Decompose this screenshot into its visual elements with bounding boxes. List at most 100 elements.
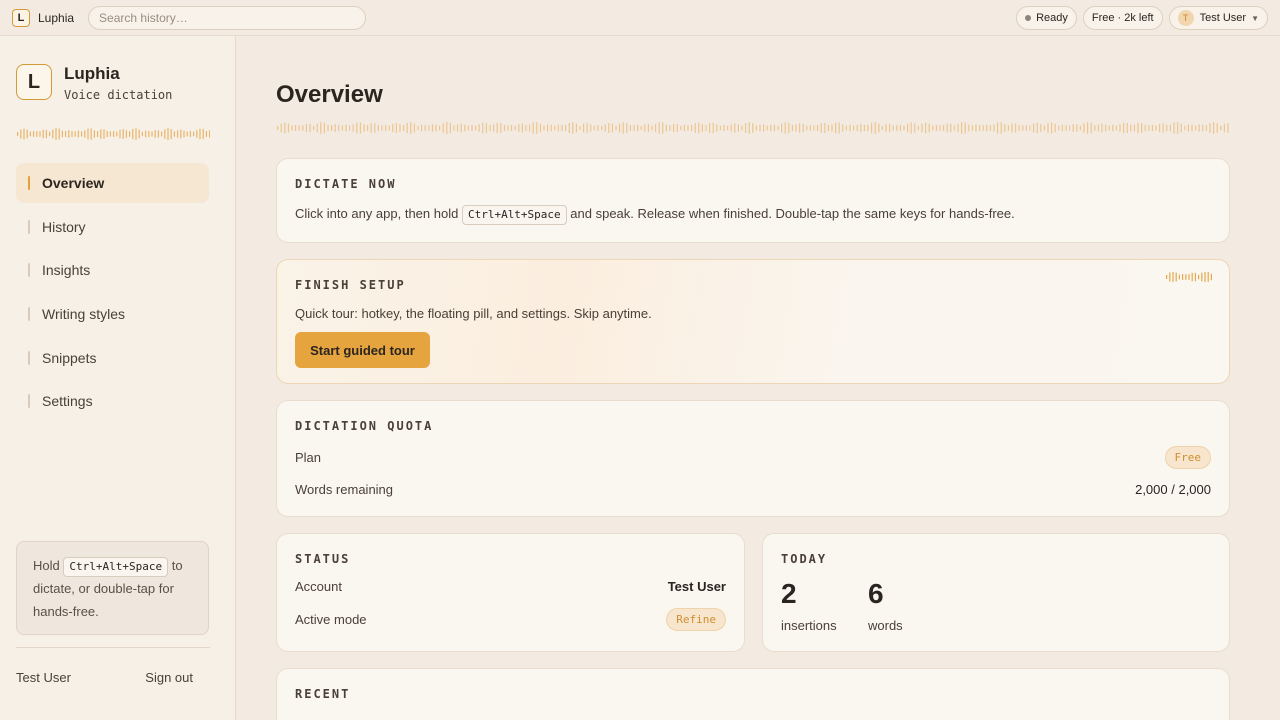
insertions-count: 2 [781, 578, 797, 609]
waveform-bar [781, 123, 783, 133]
sidebar-item-writing-styles[interactable]: Writing styles [16, 294, 209, 334]
waveform-bar [77, 130, 79, 138]
waveform-bar [946, 123, 948, 133]
waveform-bar [964, 122, 966, 134]
sidebar-item-label: Writing styles [42, 306, 125, 323]
brand-subtitle: Voice dictation [64, 88, 173, 102]
search-input[interactable]: Search history… [88, 5, 367, 30]
sidebar-item-history[interactable]: History [16, 207, 209, 247]
waveform-bar [719, 125, 721, 131]
waveform-bar [61, 130, 63, 138]
dictate-text-before: Click into any app, then hold [295, 206, 459, 221]
nav-indicator [28, 176, 30, 190]
plan-label: Plan [295, 450, 322, 465]
waveform-bar [141, 131, 143, 137]
waveform-bar [903, 125, 905, 131]
waveform-bar [755, 125, 757, 131]
sidebar-item-overview[interactable]: Overview [16, 163, 209, 203]
waveform-bar [116, 131, 118, 137]
hint-text-before: Hold [33, 558, 60, 573]
waveform-bar [1213, 122, 1215, 134]
waveform-bar [1169, 272, 1171, 282]
waveform-bar [788, 122, 790, 134]
waveform-bar [58, 128, 60, 140]
waveform-bar [975, 124, 977, 132]
waveform-bar [745, 123, 747, 133]
waveform-bar [604, 124, 606, 132]
plan-chip[interactable]: Free · 2k left [1082, 6, 1163, 30]
sidebar-item-snippets[interactable]: Snippets [16, 338, 209, 378]
waveform-bar [511, 125, 513, 131]
insertions-label: insertions [781, 618, 837, 633]
waveform-bar [81, 131, 83, 137]
waveform-bar [539, 123, 541, 133]
waveform-bar [45, 129, 47, 139]
sidebar-item-label: History [42, 218, 86, 235]
waveform-bar [871, 122, 873, 134]
status-chip[interactable]: Ready [1016, 6, 1077, 30]
sidebar-item-label: Settings [42, 393, 93, 410]
waveform-bar [680, 125, 682, 131]
waveform-bar [1043, 125, 1045, 131]
waveform-bar [377, 124, 379, 132]
waveform-bar [125, 130, 127, 138]
hotkey-badge: Ctrl+Alt+Space [63, 557, 169, 577]
waveform-bar [1108, 125, 1110, 131]
waveform-bar [93, 130, 95, 138]
waveform-bar [665, 124, 667, 132]
words-label: words [868, 618, 903, 633]
status-text: Ready [1036, 12, 1068, 24]
waveform-bar [989, 125, 991, 131]
waveform-bar [1029, 125, 1031, 131]
waveform-bar [352, 124, 354, 132]
active-mode-row: Active mode Refine [295, 608, 726, 631]
waveform-bar [701, 124, 703, 132]
waveform-bar [1101, 123, 1103, 133]
waveform-bar [637, 124, 639, 132]
waveform-bar [1097, 124, 1099, 132]
waveform-bar [1022, 125, 1024, 131]
waveform-bar [381, 125, 383, 131]
waveform-bar [356, 122, 358, 134]
waveform-bar [1204, 272, 1206, 282]
account-value: Test User [667, 579, 726, 594]
active-mode-badge: Refine [666, 608, 726, 631]
waveform-bar [950, 123, 952, 133]
waveform-bar [1216, 123, 1218, 133]
waveform-bar [518, 124, 520, 132]
waveform-bar [428, 125, 430, 131]
waveform-bar [71, 130, 73, 138]
waveform-bar [106, 130, 108, 138]
user-menu-button[interactable]: T Test User ▼ [1168, 6, 1268, 30]
waveform-bar [29, 131, 31, 137]
top-bar-right: Ready Free · 2k left T Test User ▼ [1016, 6, 1268, 30]
waveform-bar [1079, 125, 1081, 131]
waveform-bar [1137, 122, 1139, 134]
active-mode-label: Active mode [295, 612, 367, 627]
today-card: TODAY 2 insertions 6 words [762, 533, 1230, 652]
sign-out-button[interactable]: Sign out [145, 670, 193, 685]
waveform-bar [752, 123, 754, 133]
waveform-bar [831, 124, 833, 132]
waveform-bar [817, 124, 819, 132]
sidebar-item-insights[interactable]: Insights [16, 250, 209, 290]
waveform-bar [1130, 124, 1132, 132]
waveform-bar [770, 124, 772, 132]
waveform-bar [1061, 124, 1063, 132]
waveform-bar [334, 124, 336, 132]
waveform-bar [979, 125, 981, 131]
waveform-bar [547, 124, 549, 132]
waveform-bar [196, 130, 198, 138]
waveform-bar [1126, 122, 1128, 134]
waveform-bar [993, 124, 995, 132]
card-title: STATUS [295, 552, 351, 566]
start-guided-tour-button[interactable]: Start guided tour [295, 332, 430, 368]
waveform-bar [730, 124, 732, 132]
waveform-bar [507, 125, 509, 131]
waveform-bar [615, 125, 617, 131]
waveform-bar [1185, 274, 1187, 280]
waveform-bar [331, 124, 333, 132]
waveform-bar [784, 122, 786, 134]
sidebar-item-settings[interactable]: Settings [16, 381, 209, 421]
waveform-bar [683, 124, 685, 132]
